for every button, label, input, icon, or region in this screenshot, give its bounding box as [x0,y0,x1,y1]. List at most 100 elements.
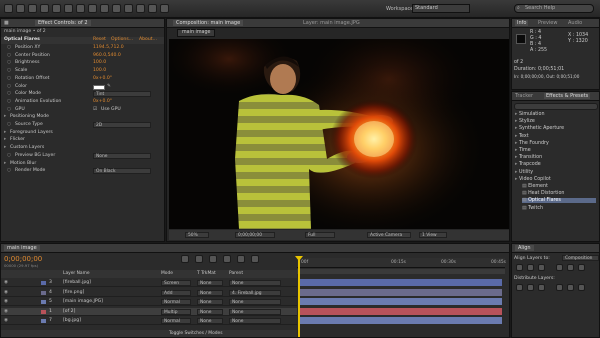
effect-list-item[interactable]: ▤ Heat Distortion [522,191,564,196]
camera-dropdown[interactable]: Active Camera [367,232,411,238]
effect-options-link[interactable]: Options... [111,37,133,42]
layer-name[interactable]: [bg.jpg] [63,318,81,323]
distribute-left-icon[interactable] [556,284,563,291]
brush-tool-icon[interactable] [112,4,121,13]
stopwatch-icon[interactable]: ○ [7,122,11,127]
disclosure-triangle-icon[interactable]: ▸ [4,145,6,150]
layer-duration-bar[interactable] [298,288,502,296]
effect-controls-tab[interactable]: ■ Effect Controls: of 2 [1,19,164,28]
audio-tab[interactable]: Audio [568,20,582,26]
layer-parent[interactable]: None [229,308,281,315]
layer-mode[interactable]: Add [161,289,191,296]
resolution-dropdown[interactable]: Full [305,232,335,238]
effects-search-input[interactable] [514,103,598,110]
stopwatch-icon[interactable]: ○ [7,99,11,104]
stopwatch-icon[interactable]: ○ [7,45,11,50]
eraser-tool-icon[interactable] [136,4,145,13]
rotate-tool-icon[interactable] [40,4,49,13]
align-bottom-icon[interactable] [578,264,585,271]
distribute-top-icon[interactable] [516,284,523,291]
timeline-layer-row[interactable]: ◉ 1 [of 2] Multip None None [1,307,297,316]
effect-controls-tab-label[interactable]: Effect Controls: of 2 [35,20,91,26]
hand-tool-icon[interactable] [16,4,25,13]
viewer-timecode[interactable]: 0;00;00;00 [235,232,275,238]
stopwatch-icon[interactable]: ○ [7,107,11,112]
disclosure-triangle-icon[interactable]: ▸ [4,161,6,166]
composition-tab[interactable]: Composition: main image [173,20,244,26]
layer-mode[interactable]: Multip [161,308,191,315]
timeline-layer-row[interactable]: ◉ 3 [fireball.jpg] Screen None None [1,279,297,287]
effect-reset-link[interactable]: Reset [93,37,106,42]
effect-category-item[interactable]: ▸ Transition [515,155,542,160]
layer-parent[interactable]: 4. Fireball.jpg [229,289,281,296]
layer-mode[interactable]: Normal [161,299,191,305]
timeline-timecode[interactable]: 0;00;00;00 [4,255,42,263]
effect-category-item[interactable]: ▸ Trapcode [515,162,541,167]
camera-tool-icon[interactable] [52,4,61,13]
toggle-switches-modes[interactable]: Toggle Switches / Modes [169,331,223,336]
layer-trkmat[interactable]: None [197,289,223,296]
layer-duration-bar[interactable] [298,317,502,324]
effects-presets-tab[interactable]: Effects & Presets [544,93,591,99]
preview-tab[interactable]: Preview [538,20,557,26]
comp-name-tab[interactable]: main image [177,29,216,37]
effect-list-item[interactable]: ▤ Twitch [522,206,543,211]
effect-category-item[interactable]: ▸ Stylize [515,119,535,124]
project-tab-label[interactable]: ■ [4,20,9,26]
mask-tool-icon[interactable] [76,4,85,13]
visibility-eye-icon[interactable]: ◉ [4,299,8,304]
effect-list-item[interactable]: ▤ Element [522,184,548,189]
graph-editor-icon[interactable] [251,255,259,263]
layer-label-color[interactable] [41,290,46,295]
layer-label-color[interactable] [41,281,46,285]
zoom-dropdown[interactable]: 50% [185,232,209,238]
work-area-bar[interactable] [297,269,505,274]
pan-behind-tool-icon[interactable] [64,4,73,13]
visibility-eye-icon[interactable]: ◉ [4,290,8,295]
puppet-tool-icon[interactable] [160,4,169,13]
draft-3d-icon[interactable] [195,255,203,263]
comp-mini-flowchart-icon[interactable] [181,255,189,263]
layer-duration-bar[interactable] [298,298,502,305]
layer-label-color[interactable] [41,300,46,304]
stopwatch-icon[interactable]: ○ [7,84,11,89]
property-value[interactable]: 960.0,540.0 [93,53,121,58]
layer-parent[interactable]: None [229,299,281,305]
layer-duration-bar[interactable] [298,279,502,286]
distribute-right-icon[interactable] [578,284,585,291]
align-left-icon[interactable] [516,264,523,271]
search-help-input[interactable]: ⌕ Search Help [514,4,594,13]
timeline-tab[interactable]: main image [4,245,40,251]
align-vcenter-icon[interactable] [567,264,574,271]
visibility-eye-icon[interactable]: ◉ [4,280,8,285]
effect-category-item[interactable]: ▸ Video Copilot [515,177,551,182]
info-tab[interactable]: Info [515,20,529,26]
effect-category-item[interactable]: ▸ Text [515,134,529,139]
disclosure-triangle-icon[interactable]: ▸ [4,130,6,135]
layer-trkmat[interactable]: None [197,318,223,324]
text-tool-icon[interactable] [100,4,109,13]
property-dropdown[interactable]: 2D [93,122,151,128]
time-ruler[interactable]: 00f 00:15s 00:30s 00:45s [297,258,506,268]
eyedropper-icon[interactable]: ✎ [107,84,111,89]
layer-parent[interactable]: None [229,280,281,286]
layer-tab[interactable]: Layer: main image.JPG [303,20,360,26]
property-value[interactable]: 100.0 [93,60,106,65]
distribute-vcenter-icon[interactable] [527,284,534,291]
visibility-eye-icon[interactable]: ◉ [4,318,8,323]
effect-about-link[interactable]: About... [139,37,157,42]
layer-label-color[interactable] [41,309,46,314]
workspace-dropdown[interactable]: Standard [412,4,470,13]
disclosure-triangle-icon[interactable]: ▸ [4,137,6,142]
stopwatch-icon[interactable]: ○ [7,153,11,158]
effect-category-item[interactable]: ▸ Utility [515,170,533,175]
layer-mode[interactable]: Normal [161,318,191,324]
align-to-dropdown[interactable]: Composition [562,255,599,261]
layer-trkmat[interactable]: None [197,299,223,305]
layer-name[interactable]: [fireball.jpg] [63,280,91,285]
property-value[interactable]: 0x+0.0° [93,99,112,104]
selection-tool-icon[interactable] [4,4,13,13]
current-time-indicator[interactable] [298,256,300,337]
layer-trkmat[interactable]: None [197,280,223,286]
timeline-layer-row[interactable]: ◉ 5 [main image.JPG] Normal None None [1,298,297,306]
